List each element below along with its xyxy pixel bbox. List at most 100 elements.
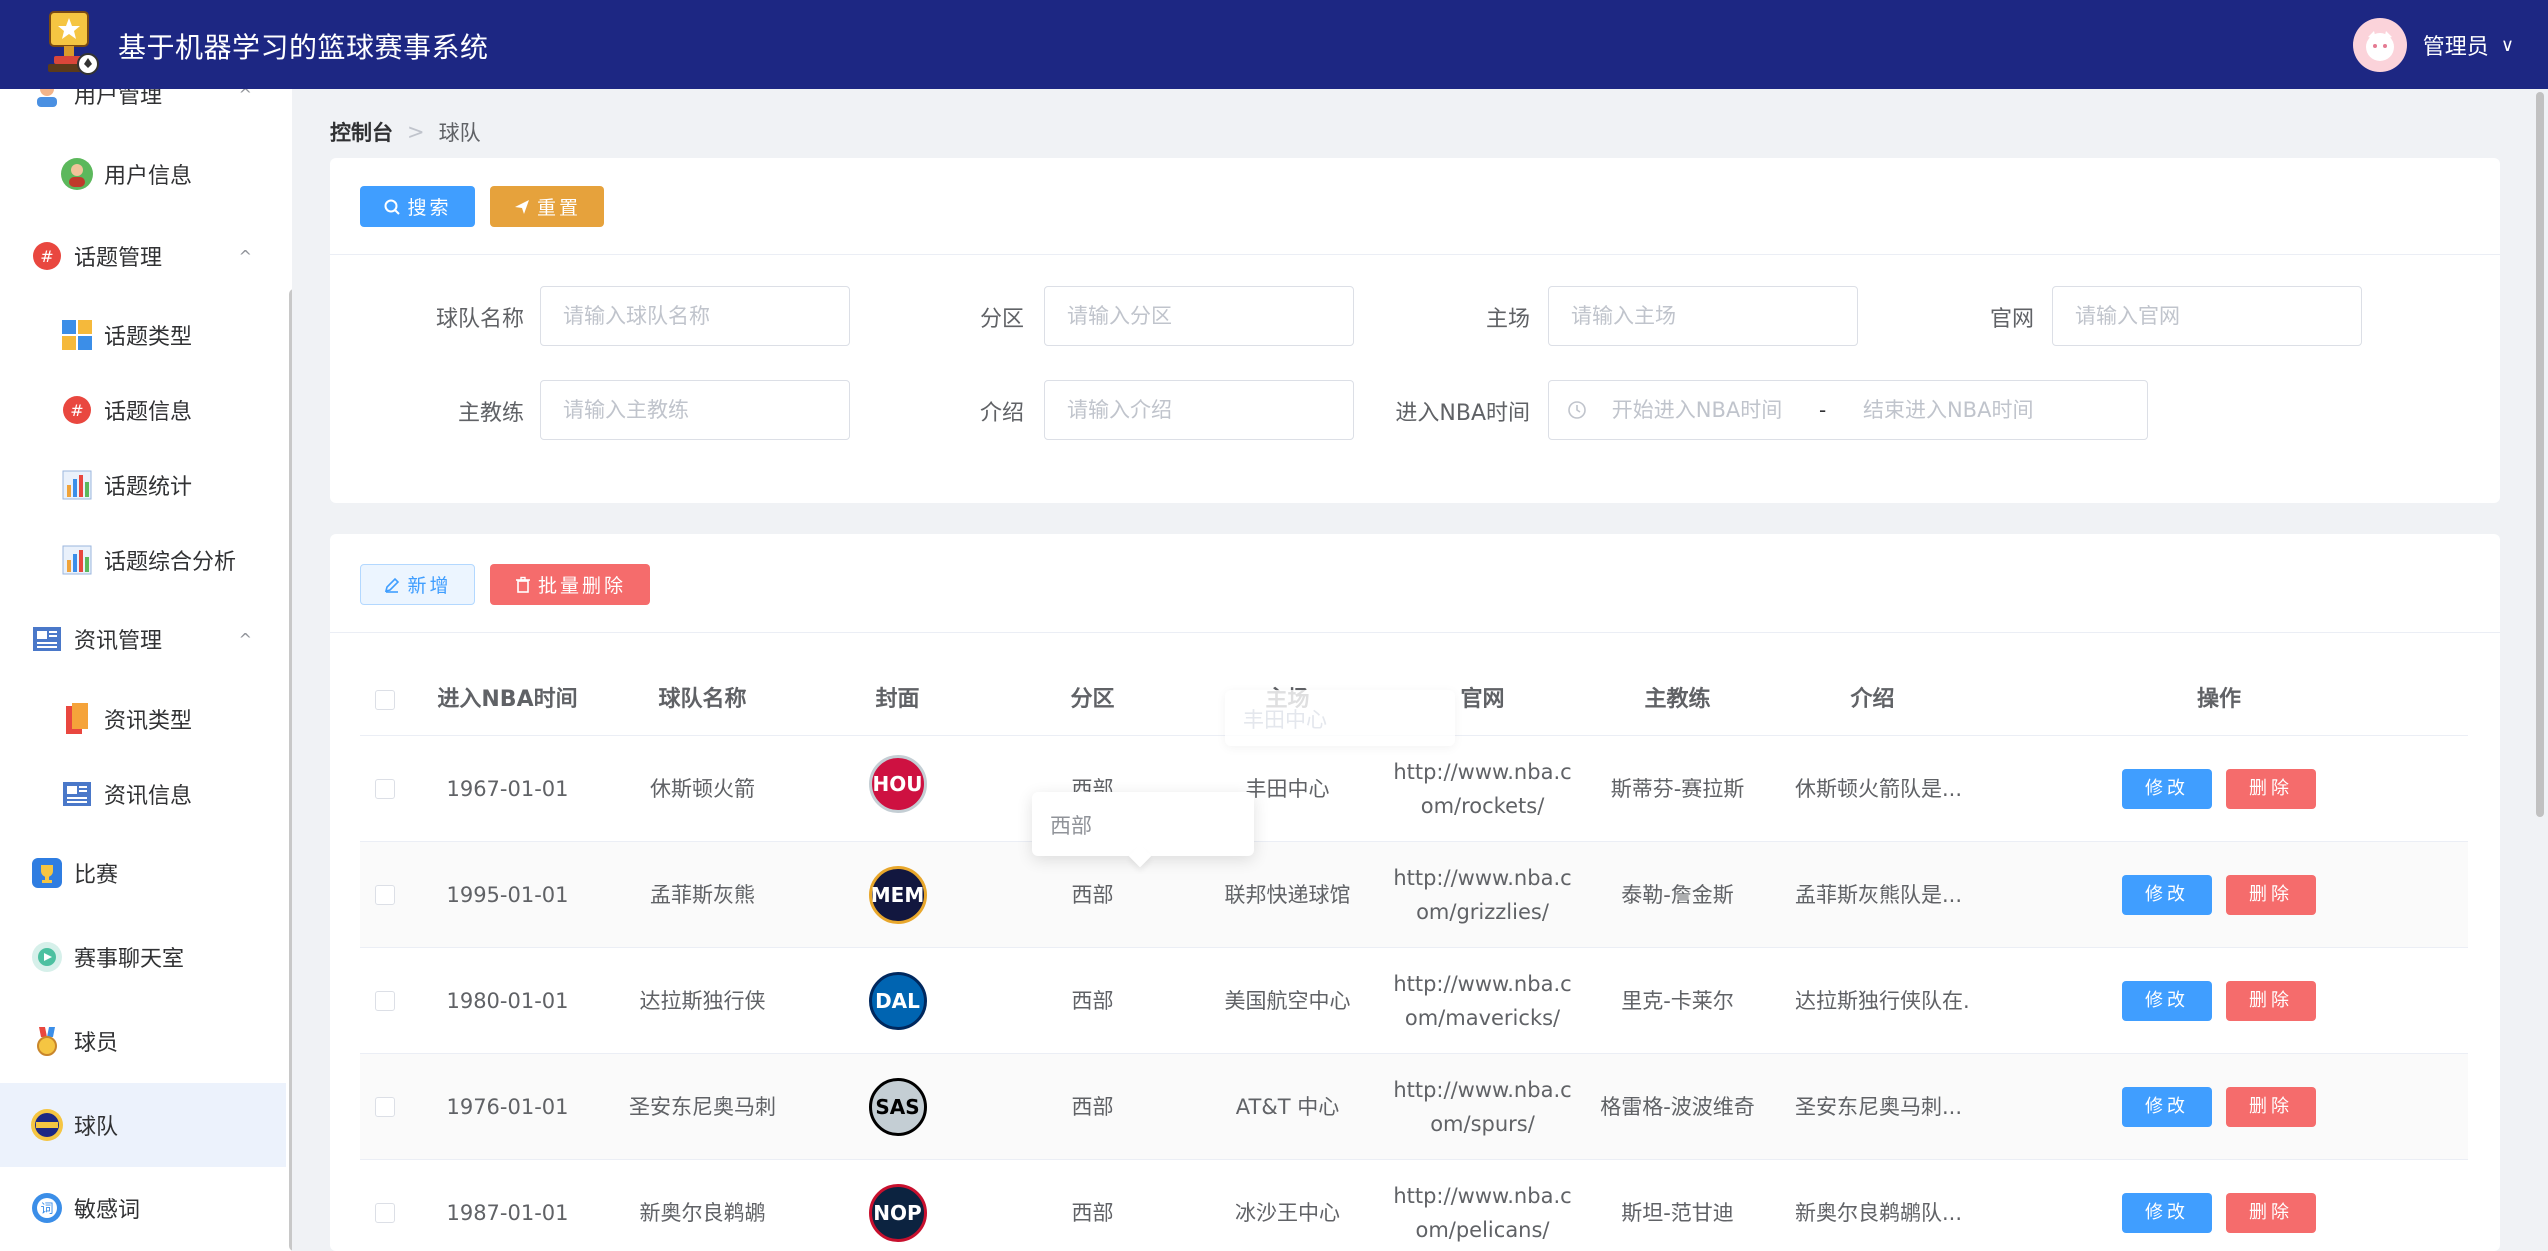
search-icon (384, 199, 401, 215)
add-button-label: 新增 (407, 575, 452, 597)
column-header-coach[interactable]: 主教练 (1580, 664, 1775, 736)
sidebar-item-label: 话题综合分析 (104, 550, 237, 575)
newspaper-icon (30, 622, 64, 656)
nba-time-range-picker[interactable]: - (1548, 380, 2148, 440)
search-button-label: 搜索 (407, 197, 452, 219)
website-label: 官网 (1989, 307, 2034, 332)
breadcrumb-separator: > (407, 120, 425, 144)
coach-input[interactable] (540, 380, 850, 440)
sidebar-item-label: 话题信息 (104, 400, 193, 425)
bar-chart-icon (60, 468, 94, 502)
chevron-down-icon[interactable]: ∨ (2501, 35, 2514, 56)
search-panel: 搜索 重置 球队名称 分区 主场 官网 主教练 介绍 进入NBA时间 - (330, 158, 2500, 503)
select-all-checkbox[interactable] (375, 690, 395, 710)
sidebar-item-chatroom[interactable]: 赛事聊天室 (0, 922, 286, 992)
divider (330, 254, 2500, 255)
sidebar-item-match[interactable]: 比赛 (0, 838, 286, 908)
sidebar-item-news-type[interactable]: 资讯类型 (0, 684, 286, 754)
column-header-team-name[interactable]: 球队名称 (605, 664, 800, 736)
avatar[interactable] (2352, 18, 2407, 72)
sidebar-item-user-info[interactable]: 用户信息 (0, 139, 286, 209)
column-header-intro[interactable]: 介绍 (1775, 664, 1970, 736)
team-logo-mem-icon: MEM (868, 866, 927, 924)
team-logo-hou-icon: HOU (868, 755, 927, 813)
sidebar-item-teams[interactable]: 球队 (0, 1083, 286, 1167)
sidebar-item-label: 话题管理 (74, 246, 163, 271)
sidebar-item-topic-stats[interactable]: 话题统计 (0, 450, 286, 520)
trophy-logo-icon (32, 6, 106, 80)
table-row: 1987-01-01 新奥尔良鹈鹕 NOP 西部 冰沙王中心 http://ww… (360, 1160, 2468, 1251)
delete-button[interactable]: 删除 (2226, 769, 2316, 809)
intro-label: 介绍 (979, 401, 1024, 426)
cell-tooltip: 西部 (1032, 792, 1254, 868)
edit-button[interactable]: 修改 (2122, 875, 2212, 915)
cell-actions: 修改 删除 (1970, 1054, 2468, 1160)
sidebar-item-news-info[interactable]: 资讯信息 (0, 759, 286, 829)
svg-text:词: 词 (40, 1202, 53, 1217)
team-name-input[interactable] (540, 286, 850, 346)
nba-time-start-input[interactable] (1587, 398, 1807, 422)
intro-input[interactable] (1044, 380, 1354, 440)
column-header-nba-time[interactable]: 进入NBA时间 (410, 664, 605, 736)
sidebar-item-label: 用户信息 (104, 164, 193, 189)
column-header-division[interactable]: 分区 (995, 664, 1190, 736)
sidebar-item-label: 话题类型 (104, 325, 193, 350)
division-input[interactable] (1044, 286, 1354, 346)
row-checkbox[interactable] (375, 991, 395, 1011)
delete-button[interactable]: 删除 (2226, 1193, 2316, 1233)
coach-label: 主教练 (457, 401, 524, 426)
reset-button[interactable]: 重置 (490, 186, 604, 227)
cell-cover: MEM (800, 842, 995, 948)
page-scrollbar[interactable] (2536, 92, 2544, 817)
cell-intro: 休斯顿火箭队是... (1795, 777, 1963, 801)
cell-home: 美国航空中心 (1224, 989, 1351, 1013)
row-checkbox[interactable] (375, 1097, 395, 1117)
column-header-cover[interactable]: 封面 (800, 664, 995, 736)
sidebar-item-label: 话题统计 (104, 475, 193, 500)
user-name[interactable]: 管理员 (2423, 29, 2489, 61)
sidebar-item-topic-info[interactable]: # 话题信息 (0, 375, 286, 445)
cell-actions: 修改 删除 (1970, 1160, 2468, 1251)
sidebar-item-players[interactable]: 球员 (0, 1006, 286, 1076)
cell-team-name: 达拉斯独行侠 (639, 989, 766, 1013)
delete-button[interactable]: 删除 (2226, 981, 2316, 1021)
sidebar-item-topic-management[interactable]: # 话题管理 ^ (0, 221, 286, 291)
team-logo-sas-icon: SAS (868, 1078, 927, 1136)
cell-intro: 新奥尔良鹈鹕队... (1795, 1201, 1963, 1225)
user-menu[interactable]: 管理员 ∨ (2352, 18, 2514, 72)
delete-button[interactable]: 删除 (2226, 875, 2316, 915)
add-button[interactable]: 新增 (360, 564, 475, 605)
row-checkbox-cell (360, 1054, 410, 1160)
cell-intro: 圣安东尼奥马刺... (1795, 1095, 1963, 1119)
batch-delete-button[interactable]: 批量删除 (490, 564, 650, 605)
cell-home: AT&T 中心 (1235, 1095, 1340, 1119)
chevron-up-icon: ^ (238, 89, 252, 104)
home-input[interactable] (1548, 286, 1858, 346)
nba-time-end-input[interactable] (1838, 398, 2059, 422)
row-checkbox[interactable] (375, 779, 395, 799)
clock-icon (1568, 401, 1586, 419)
division-label: 分区 (979, 307, 1024, 332)
edit-button[interactable]: 修改 (2122, 981, 2212, 1021)
row-checkbox[interactable] (375, 1203, 395, 1223)
edit-button[interactable]: 修改 (2122, 769, 2212, 809)
row-checkbox[interactable] (375, 885, 395, 905)
search-button[interactable]: 搜索 (360, 186, 475, 227)
website-input[interactable] (2052, 286, 2362, 346)
sidebar-item-user-management[interactable]: 用户管理 ^ (0, 89, 286, 129)
table-row: 1967-01-01 休斯顿火箭 HOU 西部 丰田中心 http://www.… (360, 736, 2468, 842)
sidebar: 用户管理 ^ 用户信息 # 话题管理 ^ 话题类型 # 话题信息 话题统计 话题… (0, 89, 292, 1251)
table-row: 1980-01-01 达拉斯独行侠 DAL 西部 美国航空中心 http://w… (360, 948, 2468, 1054)
delete-button[interactable]: 删除 (2226, 1087, 2316, 1127)
cell-nba-time: 1995-01-01 (446, 883, 569, 907)
breadcrumb-home[interactable]: 控制台 (330, 117, 393, 147)
sidebar-item-topic-type[interactable]: 话题类型 (0, 300, 286, 370)
sidebar-item-sensitive-words[interactable]: 词 敏感词 (0, 1173, 286, 1243)
sidebar-scrollbar[interactable] (289, 289, 292, 1251)
sidebar-item-label: 用户管理 (74, 89, 163, 109)
edit-button[interactable]: 修改 (2122, 1087, 2212, 1127)
sidebar-item-news-management[interactable]: 资讯管理 ^ (0, 604, 286, 674)
edit-button[interactable]: 修改 (2122, 1193, 2212, 1233)
sidebar-item-topic-analysis[interactable]: 话题综合分析 (0, 525, 286, 595)
cell-cover: HOU (800, 736, 995, 842)
